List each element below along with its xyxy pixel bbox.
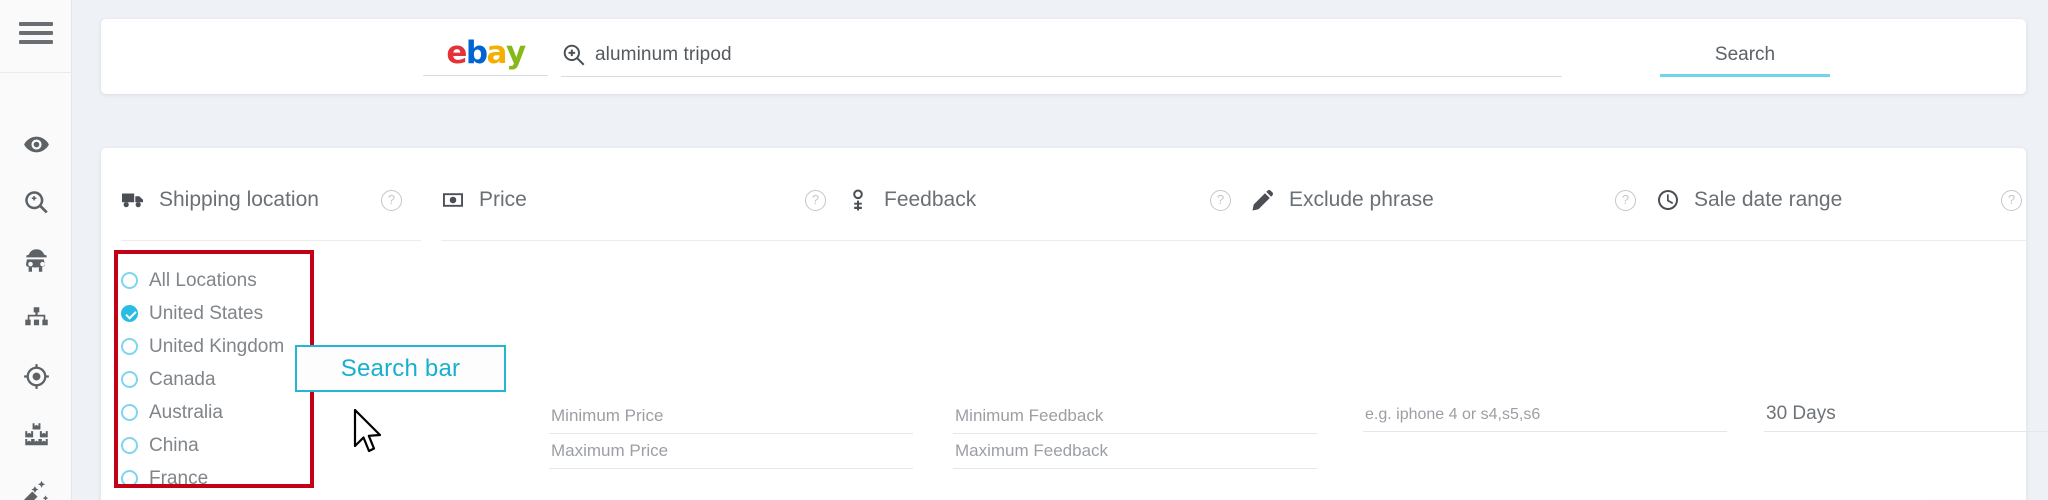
question-mark-icon[interactable]: ? (1210, 190, 1231, 211)
filter-title: Exclude phrase (1289, 188, 1434, 211)
ebay-logo: ebay (423, 34, 548, 76)
filter-header: Price (441, 184, 527, 216)
ebay-logo-e: e (446, 35, 467, 71)
filter-separator (441, 240, 851, 241)
radio-option-united-states[interactable]: United States (121, 297, 284, 330)
app-root: ebay aluminum tripod Search Shipping loc… (0, 0, 2048, 500)
sidebar-divider (0, 72, 72, 73)
option-label: United States (149, 302, 264, 324)
radio-indicator (121, 338, 138, 355)
filter-header: Shipping location (121, 184, 319, 216)
tab-search[interactable]: Search (1660, 40, 1830, 77)
radio-indicator (121, 470, 138, 487)
filter-separator (1656, 240, 2026, 241)
filter-panel: Shipping location ? All Locations United… (101, 148, 2048, 500)
feedback-medal-icon (846, 187, 872, 213)
question-mark-icon[interactable]: ? (1615, 190, 1636, 211)
radio-indicator (121, 437, 138, 454)
question-mark-icon[interactable]: ? (805, 190, 826, 211)
question-mark-icon[interactable]: ? (381, 190, 402, 211)
category-sitemap-icon (23, 305, 50, 337)
radio-option-australia[interactable]: Australia (121, 396, 284, 429)
ebay-logo-b: b (465, 35, 488, 71)
filter-sale-date-range: Sale date range ? (1656, 148, 2026, 500)
search-input[interactable]: aluminum tripod (595, 44, 732, 66)
product-research-icon (23, 189, 50, 221)
option-label: All Locations (149, 269, 257, 291)
clock-icon (1656, 187, 1682, 213)
radio-option-france[interactable]: France (121, 462, 284, 495)
radio-indicator (121, 371, 138, 388)
option-label: Australia (149, 401, 223, 423)
ebay-logo-a: a (486, 35, 508, 71)
sidebar-item-turbo-scanner[interactable] (0, 408, 72, 466)
callout-label: Search bar (340, 354, 461, 382)
shipping-location-options: All Locations United States United Kingd… (121, 264, 284, 495)
shipping-truck-icon (121, 187, 147, 213)
radio-indicator (121, 404, 138, 421)
radio-option-all-locations[interactable]: All Locations (121, 264, 284, 297)
filter-title: Sale date range (1694, 188, 1843, 211)
packages-icon (23, 421, 50, 453)
competitor-spy-icon (23, 247, 50, 279)
eye-icon (23, 131, 50, 163)
filter-header: Sale date range (1656, 184, 1842, 216)
sidebar (0, 0, 72, 500)
filter-header: Feedback (846, 184, 976, 216)
filter-title: Price (479, 188, 527, 211)
sidebar-item-tools[interactable] (0, 466, 72, 500)
filter-separator (846, 240, 1256, 241)
question-mark-icon[interactable]: ? (2001, 190, 2022, 211)
filter-title: Shipping location (159, 188, 319, 211)
radio-option-united-kingdom[interactable]: United Kingdom (121, 330, 284, 363)
radio-option-canada[interactable]: Canada (121, 363, 284, 396)
hamburger-bar (19, 31, 53, 35)
radio-indicator (121, 272, 138, 289)
search-bar-callout: Search bar (295, 345, 506, 392)
filter-separator (121, 240, 421, 241)
option-label: United Kingdom (149, 335, 285, 357)
radio-indicator-selected (121, 305, 138, 322)
hamburger-menu-icon[interactable] (19, 22, 53, 46)
sale-date-range-select[interactable]: 30 Days (1764, 403, 2048, 432)
option-label: China (149, 434, 199, 456)
sidebar-item-market-insights[interactable] (0, 118, 72, 176)
sidebar-item-autopilot[interactable] (0, 350, 72, 408)
ebay-logo-y: y (505, 35, 526, 71)
option-label: France (149, 467, 209, 489)
filter-separator (1251, 240, 1661, 241)
sidebar-item-product-research[interactable] (0, 176, 72, 234)
filter-title: Feedback (884, 188, 977, 211)
filter-header: Exclude phrase (1251, 184, 1434, 216)
filter-exclude-phrase: Exclude phrase ? (1251, 148, 1661, 500)
pencil-icon (1251, 187, 1277, 213)
hamburger-bar (19, 22, 53, 26)
search-input-wrapper[interactable]: aluminum tripod (561, 34, 1562, 77)
magic-wand-icon (23, 479, 50, 500)
sidebar-item-competitor-research[interactable] (0, 234, 72, 292)
target-crosshair-icon (23, 363, 50, 395)
option-label: Canada (149, 368, 216, 390)
magnifier-plus-icon (561, 42, 587, 68)
sidebar-item-category-research[interactable] (0, 292, 72, 350)
hamburger-bar (19, 40, 53, 44)
radio-option-china[interactable]: China (121, 429, 284, 462)
money-bill-icon (441, 187, 467, 213)
search-bar-card: ebay aluminum tripod Search (101, 19, 2026, 94)
